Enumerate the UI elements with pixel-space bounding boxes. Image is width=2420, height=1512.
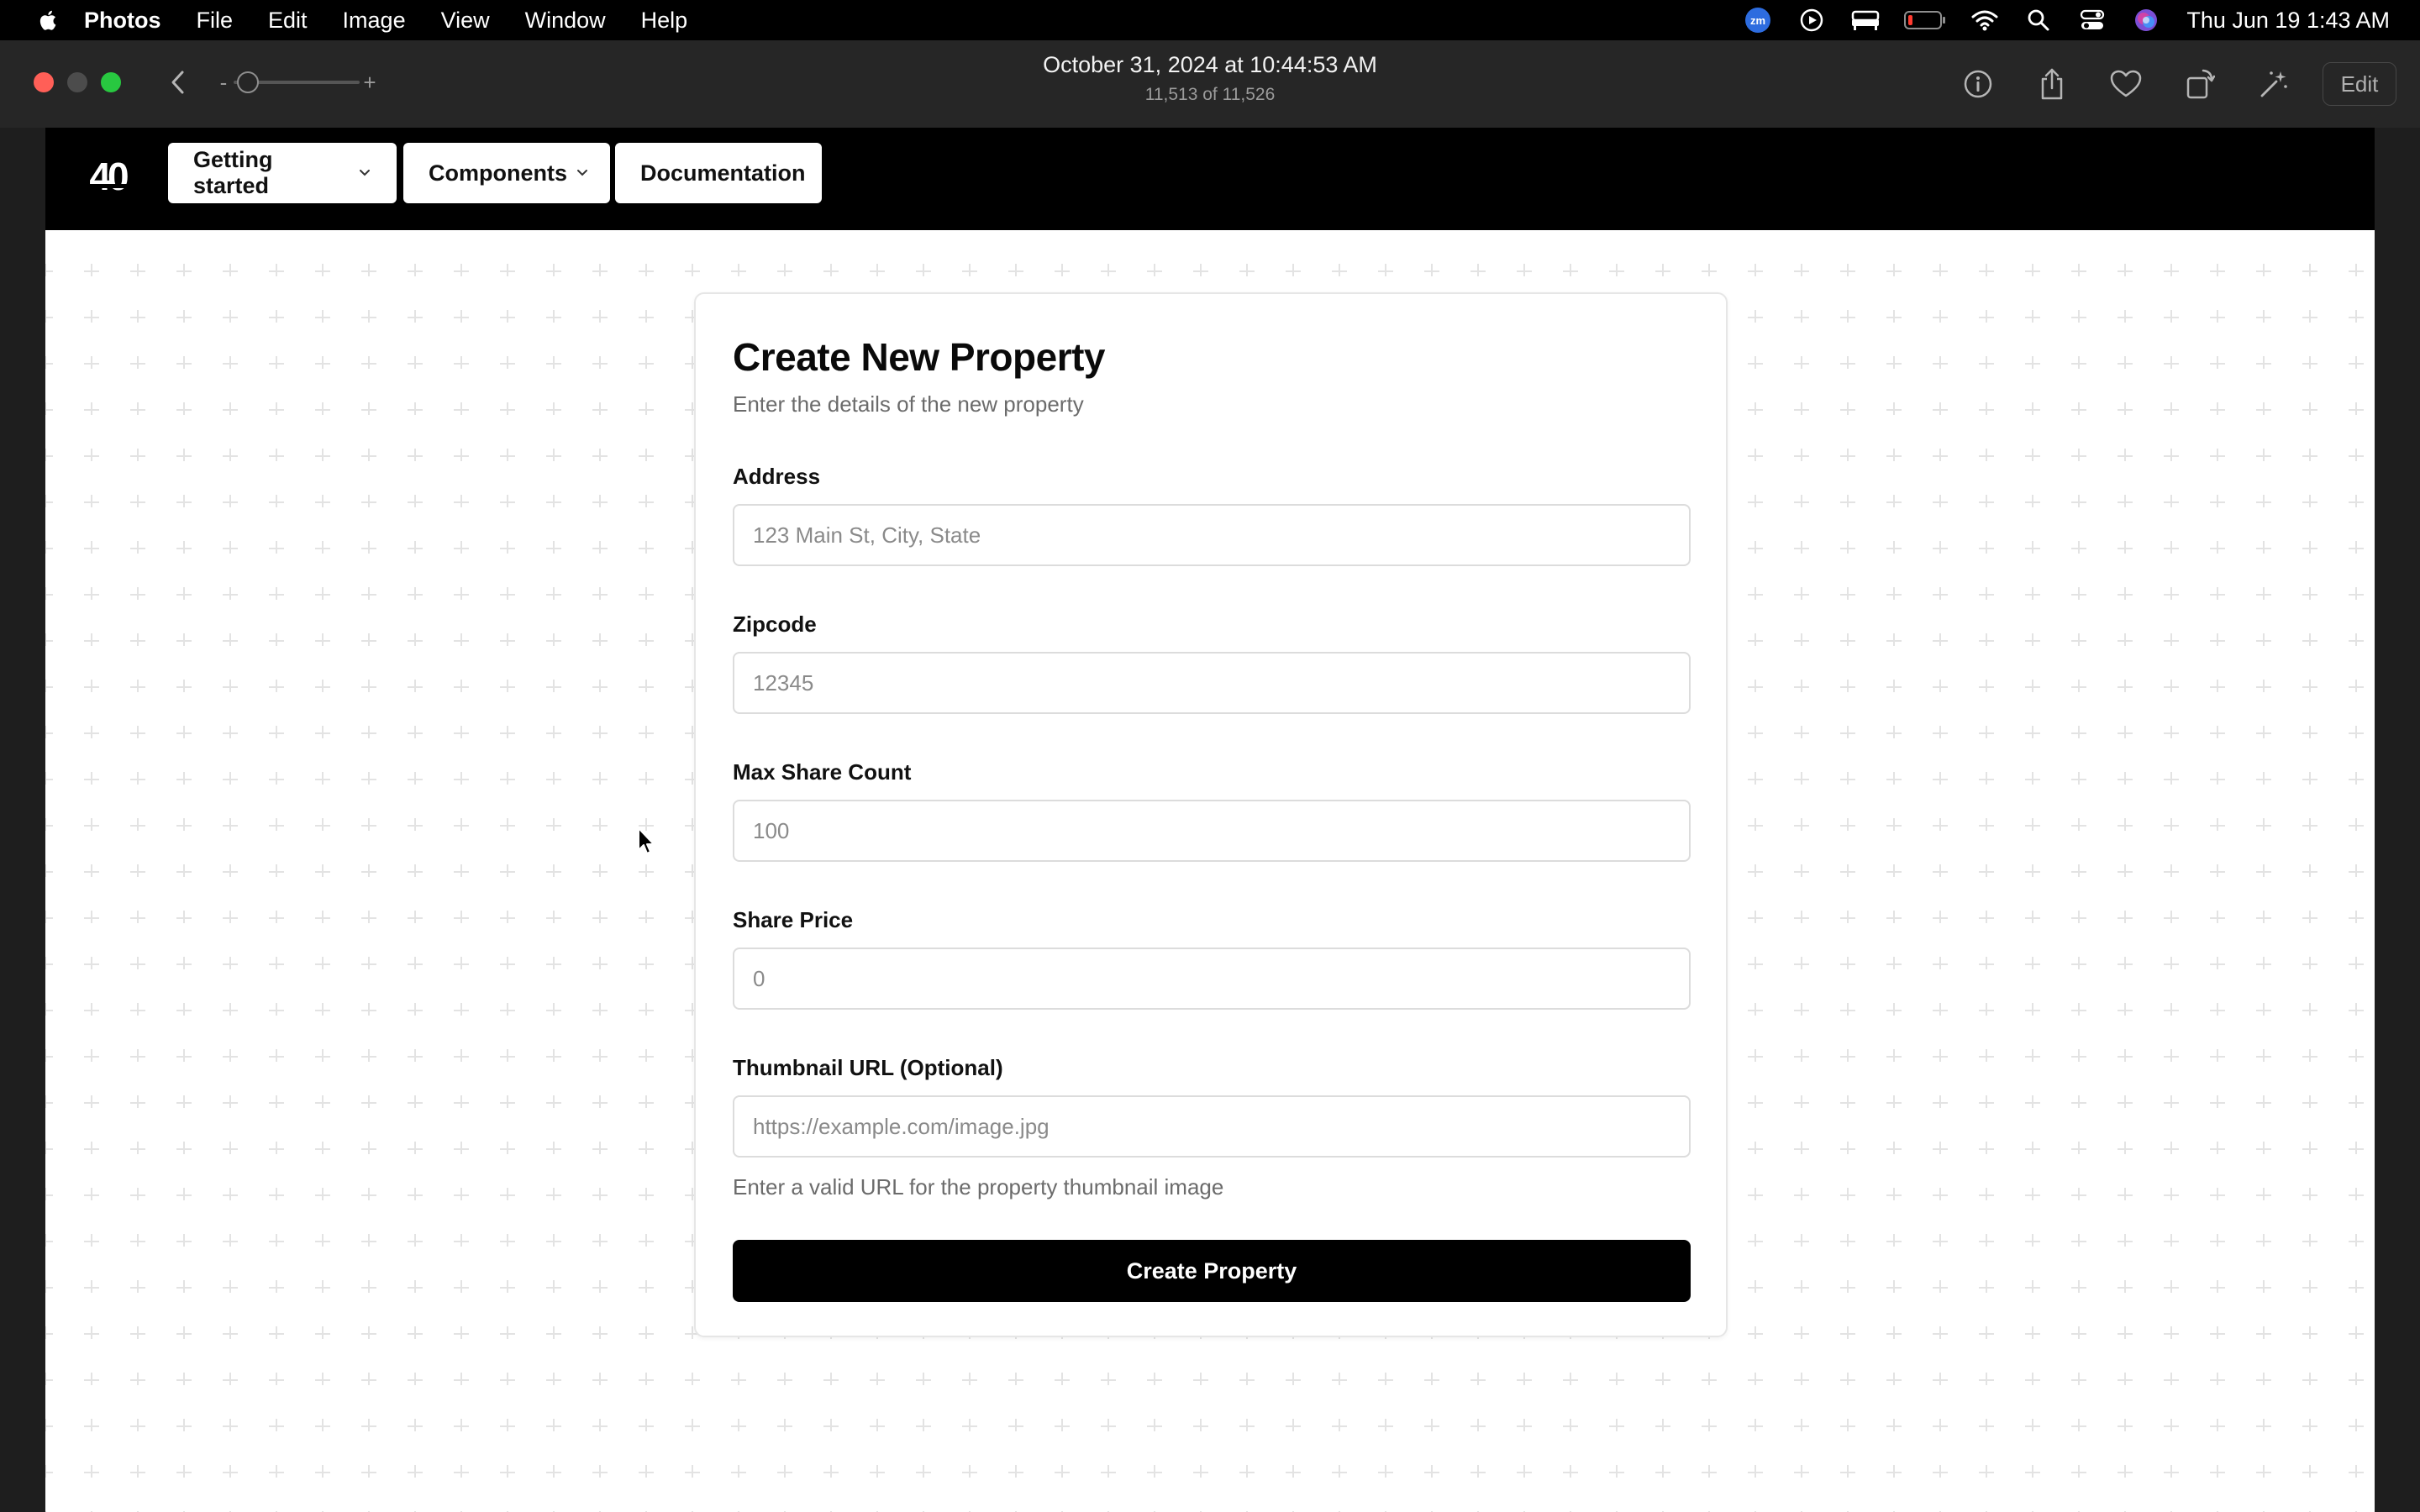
share-price-label: Share Price xyxy=(733,907,854,932)
photos-toolbar: - + October 31, 2024 at 10:44:53 AM 11,5… xyxy=(0,40,2420,128)
nav-getting-started-label: Getting started xyxy=(193,147,273,198)
chevron-left-icon xyxy=(171,71,184,94)
svg-text:zm: zm xyxy=(1750,14,1765,27)
magic-wand-icon[interactable] xyxy=(2254,64,2294,104)
photo-count: 11,513 of 11,526 xyxy=(1144,85,1276,104)
nav-documentation[interactable]: Documentation xyxy=(615,143,822,203)
thumbnail-url-input[interactable] xyxy=(733,1095,1691,1158)
apple-menu-icon[interactable] xyxy=(30,8,67,33)
max-share-count-input[interactable] xyxy=(733,800,1691,862)
address-input[interactable] xyxy=(733,504,1691,566)
chevron-down-icon xyxy=(358,168,371,178)
photo-title: October 31, 2024 at 10:44:53 AM 11,513 o… xyxy=(874,52,1546,105)
menu-image[interactable]: Image xyxy=(343,8,406,34)
chevron-down-icon xyxy=(576,168,589,178)
fullscreen-window-button[interactable] xyxy=(101,72,121,92)
mouse-cursor-icon xyxy=(637,827,657,857)
menu-bar: Photos File Edit Image View Window Help … xyxy=(0,0,2420,40)
photo-date: October 31, 2024 at 10:44:53 AM xyxy=(1043,52,1377,77)
form-subtitle: Enter the details of the new property xyxy=(733,391,1084,417)
zoom-track[interactable] xyxy=(234,71,360,93)
photo-viewer: 40 Getting started Components Documentat… xyxy=(45,128,2375,1512)
site-header: 40 Getting started Components Documentat… xyxy=(45,128,2375,230)
battery-icon[interactable] xyxy=(1902,7,1948,34)
zoom-in-button[interactable]: + xyxy=(363,70,376,96)
close-window-button[interactable] xyxy=(34,72,54,92)
bed-icon[interactable] xyxy=(1849,7,1882,34)
zoom-out-button[interactable]: - xyxy=(217,70,230,96)
wifi-icon[interactable] xyxy=(1968,7,2002,34)
menubar-clock[interactable]: Thu Jun 19 1:43 AM xyxy=(2186,8,2390,34)
form-title: Create New Property xyxy=(733,335,1106,379)
play-circle-icon[interactable] xyxy=(1795,7,1828,34)
thumbnail-help-text: Enter a valid URL for the property thumb… xyxy=(733,1174,1224,1200)
menu-window[interactable]: Window xyxy=(525,8,606,34)
back-button[interactable] xyxy=(165,66,192,99)
rotate-icon[interactable] xyxy=(2180,64,2220,104)
search-icon[interactable] xyxy=(2022,7,2055,34)
menu-help[interactable]: Help xyxy=(641,8,688,34)
edit-button[interactable]: Edit xyxy=(2323,62,2396,106)
window-controls xyxy=(34,72,134,92)
info-icon[interactable] xyxy=(1958,64,1998,104)
create-property-card: Create New Property Enter the details of… xyxy=(694,292,1728,1337)
menu-view[interactable]: View xyxy=(441,8,490,34)
control-center-icon[interactable] xyxy=(2075,7,2109,34)
zoom-knob[interactable] xyxy=(237,71,259,93)
nav-components[interactable]: Components xyxy=(403,143,610,203)
share-price-input[interactable] xyxy=(733,948,1691,1010)
nav-documentation-label: Documentation xyxy=(640,160,806,186)
max-share-count-label: Max Share Count xyxy=(733,759,912,785)
site-logo[interactable]: 40 xyxy=(79,153,138,203)
zoom-icon[interactable]: zm xyxy=(1741,7,1775,34)
menu-edit[interactable]: Edit xyxy=(268,8,308,34)
thumbnail-url-label: Thumbnail URL (Optional) xyxy=(733,1055,1003,1080)
share-icon[interactable] xyxy=(2032,64,2072,104)
heart-icon[interactable] xyxy=(2106,64,2146,104)
menu-app-name[interactable]: Photos xyxy=(84,8,161,34)
create-property-button[interactable]: Create Property xyxy=(733,1240,1691,1302)
svg-text:40: 40 xyxy=(89,155,128,198)
nav-getting-started[interactable]: Getting started xyxy=(168,143,397,203)
minimize-window-button[interactable] xyxy=(67,72,87,92)
address-label: Address xyxy=(733,464,821,489)
zipcode-input[interactable] xyxy=(733,652,1691,714)
nav-components-label: Components xyxy=(429,160,567,186)
menu-file[interactable]: File xyxy=(197,8,234,34)
siri-icon[interactable] xyxy=(2129,7,2163,34)
zoom-slider[interactable]: - + xyxy=(217,67,376,97)
zipcode-label: Zipcode xyxy=(733,612,817,637)
